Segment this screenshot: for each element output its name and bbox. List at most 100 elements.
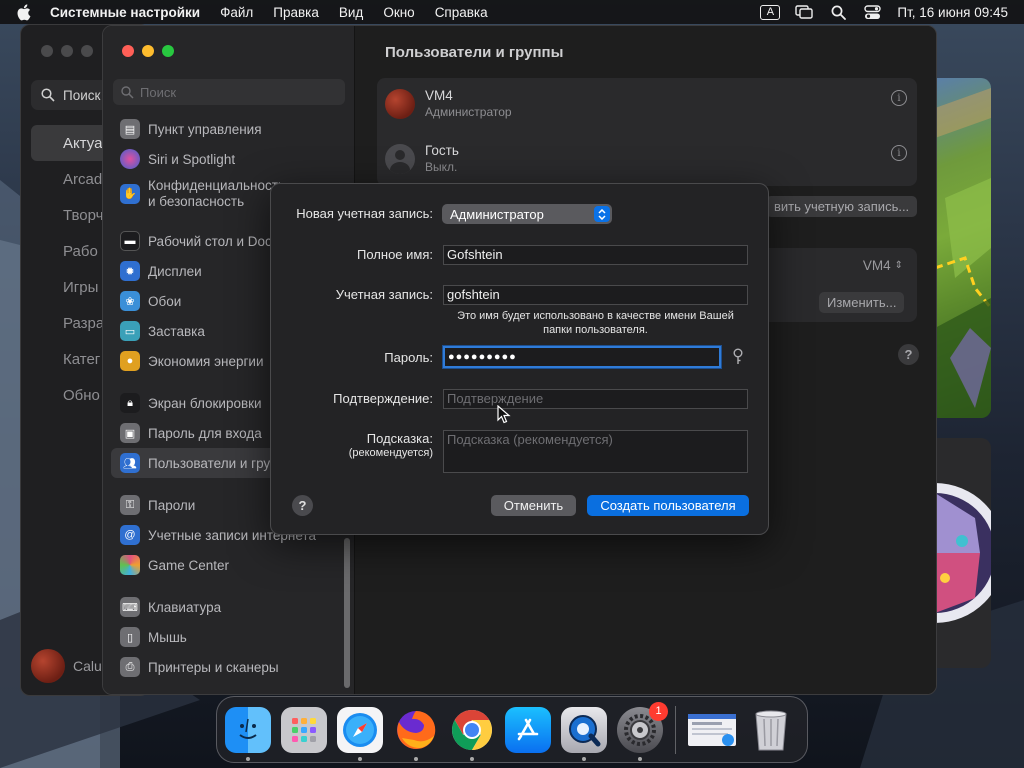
game-widget [935, 438, 991, 668]
menu-edit[interactable]: Правка [273, 5, 319, 20]
firefox-icon[interactable] [393, 707, 439, 761]
menu-view[interactable]: Вид [339, 5, 363, 20]
menu-clock[interactable]: Пт, 16 июня 09:45 [897, 5, 1008, 20]
keyboard-icon: ⌨︎ [120, 597, 140, 617]
full-name-field[interactable]: Gofshtein [443, 245, 748, 265]
sidebar-item-game-center[interactable]: Game Center [103, 550, 355, 580]
launchpad-icon[interactable] [281, 706, 327, 753]
app-store-icon[interactable] [505, 706, 551, 753]
cancel-button[interactable]: Отменить [491, 495, 576, 516]
wallpaper-widget [935, 78, 991, 418]
sidebar-item-label: Мышь [148, 629, 187, 645]
sidebar-item-label: Siri и Spotlight [148, 151, 236, 167]
sidebar-item-label: Пункт управления [148, 121, 262, 137]
menu-help[interactable]: Справка [435, 5, 488, 20]
sidebar-item-label: Экран блокировки [148, 395, 262, 411]
dock: 1 [216, 696, 808, 763]
minimize-button[interactable] [142, 45, 154, 57]
sidebar-item-label: Пароль для входа [148, 425, 262, 441]
user-role: Выкл. [425, 160, 458, 174]
sidebar-item-keyboard[interactable]: ⌨︎ Клавиатура [103, 592, 355, 622]
window-controls [122, 45, 174, 57]
close-button[interactable] [122, 45, 134, 57]
control-center-icon[interactable] [855, 0, 889, 24]
menu-bar: Системные настройки Файл Правка Вид Окно… [0, 0, 1024, 24]
chrome-icon[interactable] [449, 707, 495, 761]
account-type-popup[interactable]: Администратор [442, 204, 612, 224]
sidebar-scrollbar[interactable] [344, 538, 350, 688]
account-name-label: Учетная запись: [335, 287, 433, 302]
screensaver-icon: ▭ [120, 321, 140, 341]
search-icon[interactable] [821, 0, 855, 24]
sidebar-item-control-center[interactable]: ▤ Пункт управления [103, 114, 355, 144]
sidebar-item-printers[interactable]: ⎙ Принтеры и сканеры [103, 652, 355, 682]
input-source-icon[interactable]: A [753, 0, 787, 24]
add-account-button[interactable]: вить учетную запись... [766, 196, 918, 217]
zoom-button[interactable] [162, 45, 174, 57]
notification-badge: 1 [649, 701, 668, 721]
bulb-icon: ● [120, 351, 140, 371]
new-user-dialog: Новая учетная запись: Администратор Полн… [270, 183, 769, 535]
password-assistant-key-icon[interactable] [732, 348, 744, 368]
app-menu[interactable]: Системные настройки [50, 5, 200, 20]
sidebar-item-mouse[interactable]: ▯ Мышь [103, 622, 355, 652]
sidebar-item-label: Обои [148, 293, 182, 309]
confirm-password-field[interactable]: Подтверждение [443, 389, 748, 409]
chevron-updown-icon [594, 206, 610, 222]
account-type-value: Администратор [450, 206, 544, 222]
finder-icon[interactable] [225, 706, 271, 761]
hint-field[interactable]: Подсказка (рекомендуется) [443, 430, 748, 473]
screen-mirroring-icon[interactable] [787, 0, 821, 24]
dock-separator [675, 705, 676, 754]
at-icon: @ [120, 525, 140, 545]
system-settings-icon[interactable]: 1 [617, 701, 668, 761]
sun-icon: ✹ [120, 261, 140, 281]
apple-menu-icon[interactable] [16, 3, 34, 21]
change-button[interactable]: Изменить... [819, 292, 905, 313]
sidebar-item-label: Конфиденциальность и безопасность [148, 178, 285, 209]
info-icon[interactable]: i [891, 145, 907, 161]
password-icon: ▣ [120, 423, 140, 443]
user-row[interactable]: Гость Выкл. [385, 143, 459, 174]
bg-search-placeholder: Поиск [63, 87, 101, 103]
hint-label: Подсказка: [366, 431, 433, 446]
user-role: Администратор [425, 105, 512, 119]
menu-window[interactable]: Окно [383, 5, 414, 20]
password-label: Пароль: [384, 350, 433, 365]
help-button[interactable]: ? [292, 495, 313, 516]
search-placeholder: Поиск [140, 84, 177, 100]
sidebar-item-siri[interactable]: Siri и Spotlight [103, 144, 355, 174]
siri-icon [120, 149, 140, 169]
guest-avatar [385, 143, 415, 174]
menu-file[interactable]: Файл [220, 5, 253, 20]
sidebar-item-label: Принтеры и сканеры [148, 659, 279, 675]
user-row[interactable]: VM4 Администратор [385, 88, 512, 119]
full-name-label: Полное имя: [357, 247, 433, 262]
avatar [385, 88, 415, 119]
preview-window-icon[interactable] [686, 707, 738, 753]
chevron-updown-icon: ⇕ [894, 260, 903, 271]
printer-icon: ⎙ [120, 657, 140, 677]
user-name: Гость [425, 143, 459, 158]
game-disc-image [935, 483, 991, 623]
info-icon[interactable]: i [891, 90, 907, 106]
mouse-cursor-icon [497, 405, 511, 424]
help-button[interactable]: ? [898, 344, 919, 365]
safari-icon[interactable] [337, 706, 383, 761]
auto-login-select[interactable]: VM4 ⇕ [863, 258, 903, 273]
hand-icon: ✋ [120, 184, 140, 204]
create-user-button[interactable]: Создать пользователя [587, 495, 749, 516]
trash-icon[interactable] [748, 707, 794, 753]
quicktime-icon[interactable] [561, 706, 607, 761]
lock-icon: 🔒︎ [120, 393, 140, 413]
account-name-field[interactable]: gofshtein [443, 285, 748, 305]
password-field[interactable]: ●●●●●●●●● [443, 346, 721, 368]
bg-user[interactable]: Calu [31, 649, 102, 683]
window-controls [41, 45, 93, 57]
bg-user-name: Calu [73, 658, 102, 674]
sidebar-item-label: Экономия энергии [148, 353, 264, 369]
sidebar-item-label: Клавиатура [148, 599, 222, 615]
search-input[interactable]: Поиск [113, 79, 345, 105]
desktop-dock-icon: ▬ [120, 231, 140, 251]
confirm-label: Подтверждение: [333, 391, 433, 406]
